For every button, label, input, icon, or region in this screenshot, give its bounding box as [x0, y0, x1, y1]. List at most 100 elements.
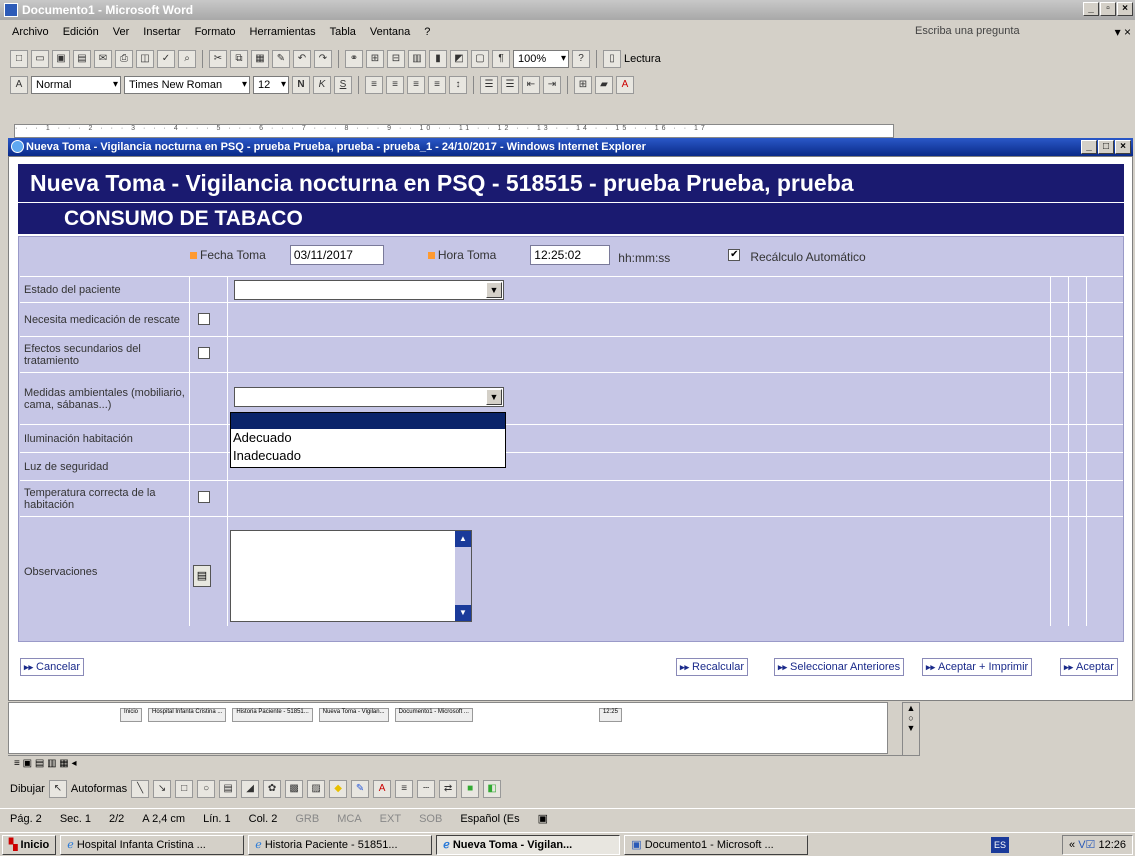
close-button[interactable]: ×: [1117, 2, 1133, 16]
ie-maximize-button[interactable]: □: [1098, 140, 1114, 154]
menu-herramientas[interactable]: Herramientas: [250, 26, 316, 38]
estado-select[interactable]: ▼: [234, 280, 504, 300]
redo-icon[interactable]: ↷: [314, 50, 332, 68]
option-adecuado[interactable]: Adecuado: [231, 429, 505, 447]
line-spacing-icon[interactable]: ↕: [449, 76, 467, 94]
increase-indent-icon[interactable]: ⇥: [543, 76, 561, 94]
option-inadecuado[interactable]: Inadecuado: [231, 447, 505, 465]
show-hide-icon[interactable]: ¶: [492, 50, 510, 68]
highlight-icon[interactable]: ▰: [595, 76, 613, 94]
line-icon[interactable]: ╲: [131, 780, 150, 798]
align-right-icon[interactable]: ≡: [407, 76, 425, 94]
hora-input[interactable]: 12:25:02: [530, 245, 611, 265]
menu-formato[interactable]: Formato: [195, 26, 236, 38]
size-select[interactable]: 12: [253, 76, 289, 94]
task-documento[interactable]: ▣ Documento1 - Microsoft ...: [624, 834, 809, 855]
draw-menu[interactable]: Dibujar: [10, 783, 45, 795]
borders-icon[interactable]: ⊞: [574, 76, 592, 94]
scrollbar[interactable]: ▲ ▼: [455, 531, 471, 621]
menu-help[interactable]: ?: [424, 26, 430, 38]
status-ext[interactable]: EXT: [380, 813, 401, 825]
minimize-button[interactable]: _: [1083, 2, 1099, 16]
cancel-button[interactable]: ▸▸ Cancelar: [20, 658, 85, 676]
underline-icon[interactable]: S: [334, 76, 352, 94]
line-style-icon[interactable]: ≡: [395, 780, 414, 798]
menu-edicion[interactable]: Edición: [63, 26, 99, 38]
help-icon[interactable]: ?: [572, 50, 590, 68]
recalc-button[interactable]: ▸▸ Recalcular: [676, 658, 749, 676]
view-buttons-bar[interactable]: ≡ ▣ ▤ ▥ ▦ ◂: [8, 755, 920, 771]
drawing-icon[interactable]: ◩: [450, 50, 468, 68]
medidas-select[interactable]: ▼: [234, 387, 504, 407]
3d-icon[interactable]: ◧: [483, 780, 502, 798]
permission-icon[interactable]: ▤: [73, 50, 91, 68]
menu-archivo[interactable]: Archivo: [12, 26, 49, 38]
align-center-icon[interactable]: ≡: [386, 76, 404, 94]
select-objects-icon[interactable]: ↖: [48, 780, 67, 798]
arrow-icon[interactable]: ↘: [153, 780, 172, 798]
rescate-checkbox[interactable]: [198, 313, 210, 325]
doc-map-icon[interactable]: ▢: [471, 50, 489, 68]
accept-print-button[interactable]: ▸▸ Aceptar + Imprimir: [922, 658, 1033, 676]
font-color-draw-icon[interactable]: A: [373, 780, 392, 798]
chevron-down-icon[interactable]: ▼: [486, 282, 502, 298]
dash-style-icon[interactable]: ┄: [417, 780, 436, 798]
oval-icon[interactable]: ○: [197, 780, 216, 798]
wordart-icon[interactable]: ◢: [241, 780, 260, 798]
tray-icon[interactable]: V☑: [1078, 839, 1095, 851]
reading-button[interactable]: Lectura: [624, 53, 661, 65]
print-icon[interactable]: ⎙: [115, 50, 133, 68]
status-mca[interactable]: MCA: [337, 813, 361, 825]
spelling-icon[interactable]: ✓: [157, 50, 175, 68]
scroll-down-icon[interactable]: ▼: [455, 605, 471, 621]
styles-icon[interactable]: A: [10, 76, 28, 94]
task-hospital[interactable]: ℯ Hospital Infanta Cristina ...: [60, 834, 245, 855]
save-icon[interactable]: ▣: [52, 50, 70, 68]
close-doc-icon[interactable]: ▾ ×: [1115, 25, 1131, 39]
cut-icon[interactable]: ✂: [209, 50, 227, 68]
observaciones-textarea[interactable]: ▲ ▼: [230, 530, 472, 622]
bullets-icon[interactable]: ☰: [501, 76, 519, 94]
status-grb[interactable]: GRB: [295, 813, 319, 825]
paste-icon[interactable]: ▦: [251, 50, 269, 68]
language-indicator[interactable]: ES: [991, 837, 1009, 853]
select-prev-button[interactable]: ▸▸ Seleccionar Anteriores: [774, 658, 905, 676]
excel-icon[interactable]: ▥: [408, 50, 426, 68]
rectangle-icon[interactable]: □: [175, 780, 194, 798]
start-button[interactable]: ▚ Inicio: [2, 834, 57, 855]
email-icon[interactable]: ✉: [94, 50, 112, 68]
line-color-icon[interactable]: ✎: [351, 780, 370, 798]
ie-minimize-button[interactable]: _: [1081, 140, 1097, 154]
chevron-down-icon[interactable]: ▼: [486, 389, 502, 405]
accept-button[interactable]: ▸▸ Aceptar: [1060, 658, 1118, 676]
spelling-status-icon[interactable]: ▣: [538, 812, 548, 825]
insert-table-icon[interactable]: ⊟: [387, 50, 405, 68]
justify-icon[interactable]: ≡: [428, 76, 446, 94]
font-color-icon[interactable]: A: [616, 76, 634, 94]
clipart-icon[interactable]: ▩: [285, 780, 304, 798]
ask-question-input[interactable]: Escriba una pregunta: [915, 25, 1095, 41]
task-nueva-toma[interactable]: ℯ Nueva Toma - Vigilan...: [436, 834, 621, 855]
task-historia[interactable]: ℯ Historia Paciente - 51851...: [248, 834, 433, 855]
picture-icon[interactable]: ▨: [307, 780, 326, 798]
research-icon[interactable]: ⌕: [178, 50, 196, 68]
align-left-icon[interactable]: ≡: [365, 76, 383, 94]
bold-icon[interactable]: N: [292, 76, 310, 94]
style-select[interactable]: Normal: [31, 76, 121, 94]
diagram-icon[interactable]: ✿: [263, 780, 282, 798]
arrow-style-icon[interactable]: ⇄: [439, 780, 458, 798]
menu-tabla[interactable]: Tabla: [330, 26, 356, 38]
tables-icon[interactable]: ⊞: [366, 50, 384, 68]
undo-icon[interactable]: ↶: [293, 50, 311, 68]
reading-icon[interactable]: ▯: [603, 50, 621, 68]
fill-color-icon[interactable]: ◆: [329, 780, 348, 798]
new-doc-icon[interactable]: □: [10, 50, 28, 68]
copy-icon[interactable]: ⧉: [230, 50, 248, 68]
hyperlink-icon[interactable]: ⚭: [345, 50, 363, 68]
menu-ver[interactable]: Ver: [113, 26, 130, 38]
efectos-checkbox[interactable]: [198, 347, 210, 359]
format-painter-icon[interactable]: ✎: [272, 50, 290, 68]
menu-insertar[interactable]: Insertar: [143, 26, 180, 38]
open-icon[interactable]: ▭: [31, 50, 49, 68]
notes-icon[interactable]: ▤: [193, 565, 211, 587]
